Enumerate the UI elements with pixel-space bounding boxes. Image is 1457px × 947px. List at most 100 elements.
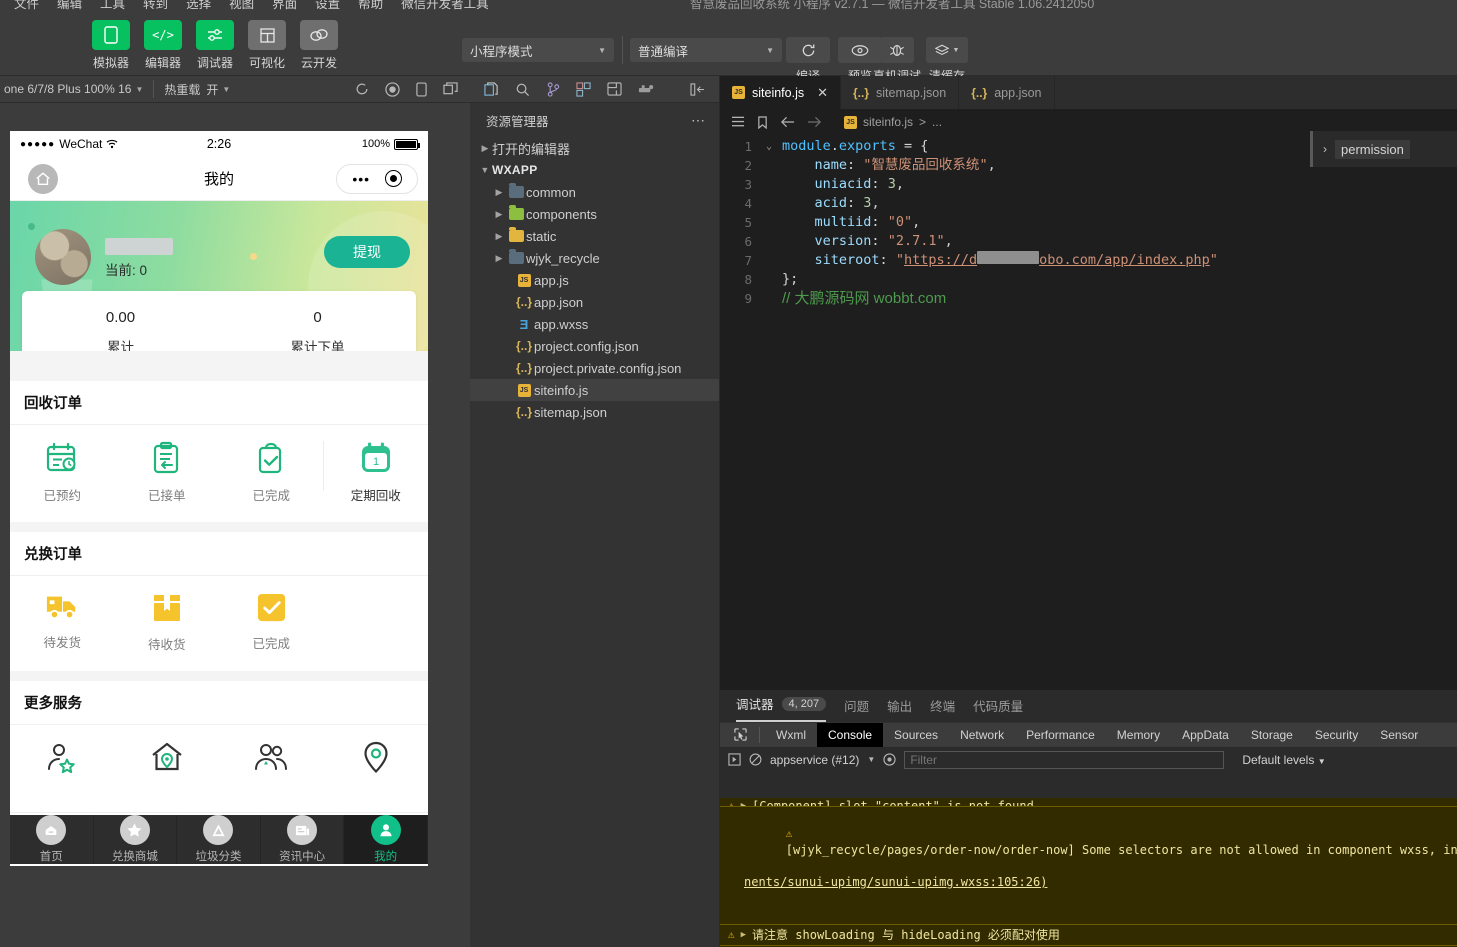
menu-item[interactable]: 界面 bbox=[272, 0, 297, 12]
mode-simulator[interactable]: 模拟器 bbox=[88, 20, 134, 71]
tree-item-siteinfo-js[interactable]: JS siteinfo.js bbox=[470, 379, 719, 401]
service-my-favorites[interactable] bbox=[10, 741, 115, 785]
service-nearby-stations[interactable] bbox=[324, 741, 429, 785]
devtools-tab-performance[interactable]: Performance bbox=[1015, 723, 1106, 747]
tree-item-app-json[interactable]: {..} app.json bbox=[470, 291, 719, 313]
devtools-tab-console[interactable]: Console bbox=[817, 723, 883, 747]
withdraw-button[interactable]: 提现 bbox=[324, 236, 410, 268]
menu-item[interactable]: 视图 bbox=[229, 0, 254, 12]
breadcrumb-file[interactable]: JS siteinfo.js > ... bbox=[844, 115, 942, 129]
expand-icon[interactable]: ▶ bbox=[741, 798, 746, 806]
explorer-section-wxapp[interactable]: ▼ WXAPP bbox=[470, 159, 719, 181]
refresh-icon[interactable] bbox=[355, 82, 369, 96]
menu-item[interactable]: 微信开发者工具 bbox=[401, 0, 489, 12]
console-message[interactable]: ⚠▶请注意 showLoading 与 hideLoading 必须配对使用 bbox=[720, 925, 1457, 946]
eye-icon[interactable] bbox=[883, 753, 896, 766]
tree-item-app-js[interactable]: JS app.js bbox=[470, 269, 719, 291]
mode-editor[interactable]: </> 编辑器 bbox=[140, 20, 186, 71]
entry-periodic-recycle[interactable]: 1 定期回收 bbox=[324, 441, 429, 504]
devtools-tab-memory[interactable]: Memory bbox=[1106, 723, 1171, 747]
menu-item[interactable]: 设置 bbox=[315, 0, 340, 12]
debugger-tab-debugger[interactable]: 调试器 4, 207 bbox=[736, 694, 826, 722]
hotreload-value[interactable]: 开 bbox=[206, 81, 218, 98]
code-value-siteroot-suffix[interactable]: obo.com/app/index.php bbox=[1039, 251, 1210, 270]
message-link[interactable]: nents/sunui-upimg/sunui-upimg.wxss:105:2… bbox=[744, 875, 1047, 889]
tabbar-item-mall[interactable]: 兑换商城 bbox=[94, 815, 178, 864]
capsule-button[interactable]: ••• bbox=[336, 164, 418, 194]
target-icon[interactable] bbox=[385, 170, 402, 187]
tabbar-item-profile[interactable]: 我的 bbox=[344, 815, 428, 864]
chevron-down-icon[interactable]: ▼ bbox=[867, 755, 875, 764]
collapse-icon[interactable] bbox=[690, 83, 705, 96]
editor-tab-app-json[interactable]: {..} app.json bbox=[959, 76, 1054, 109]
permission-panel[interactable]: › permission bbox=[1310, 131, 1457, 167]
mode-cloud[interactable]: 云开发 bbox=[296, 20, 342, 71]
menu-item[interactable]: 转到 bbox=[143, 0, 168, 12]
menu-item[interactable]: 选择 bbox=[186, 0, 211, 12]
editor-tab-siteinfo-js[interactable]: JS siteinfo.js ✕ bbox=[720, 76, 841, 109]
debugger-tab-problems[interactable]: 问题 bbox=[844, 696, 869, 722]
tree-item-app-wxss[interactable]: Ǝ app.wxss bbox=[470, 313, 719, 335]
window-icon[interactable] bbox=[443, 82, 458, 96]
close-icon[interactable]: ✕ bbox=[817, 85, 828, 101]
entry-accepted[interactable]: 已接单 bbox=[115, 441, 220, 504]
compile-button[interactable] bbox=[786, 37, 830, 63]
devtools-tab-sensor[interactable]: Sensor bbox=[1369, 723, 1429, 747]
devtools-tab-storage[interactable]: Storage bbox=[1240, 723, 1304, 747]
tabbar-item-news[interactable]: 资讯中心 bbox=[261, 815, 345, 864]
devtools-tab-sources[interactable]: Sources bbox=[883, 723, 949, 747]
entry-completed-exchange[interactable]: 已完成 bbox=[219, 592, 324, 653]
bookmark-icon[interactable] bbox=[757, 116, 768, 129]
console-message[interactable]: ⚠▶[Component] slot "content" is not foun… bbox=[720, 798, 1457, 807]
avatar[interactable] bbox=[35, 229, 91, 285]
clear-cache-button[interactable]: ▼ bbox=[926, 37, 968, 63]
devtools-tab-security[interactable]: Security bbox=[1304, 723, 1369, 747]
console-message[interactable]: ⚠ [wjyk_recycle/pages/order-now/order-no… bbox=[720, 807, 1457, 925]
entry-pending-ship[interactable]: 待发货 bbox=[10, 592, 115, 653]
debugger-tab-terminal[interactable]: 终端 bbox=[930, 696, 955, 722]
files-icon[interactable] bbox=[484, 82, 499, 97]
source-control-icon[interactable] bbox=[546, 82, 560, 97]
entry-pending-receive[interactable]: 待收货 bbox=[115, 592, 220, 653]
debugger-tab-output[interactable]: 输出 bbox=[887, 696, 912, 722]
console-levels-select[interactable]: Default levels ▼ bbox=[1242, 753, 1325, 767]
tree-item-sitemap-json[interactable]: {..} sitemap.json bbox=[470, 401, 719, 423]
tree-item-wjyk-recycle[interactable]: ▶ wjyk_recycle bbox=[470, 247, 719, 269]
user-avatar[interactable] bbox=[0, 28, 30, 62]
execute-icon[interactable] bbox=[728, 753, 741, 766]
tree-item-components[interactable]: ▶ components bbox=[470, 203, 719, 225]
code-value-siteroot-prefix[interactable]: https://d bbox=[904, 251, 977, 270]
record-icon[interactable] bbox=[385, 82, 400, 97]
devtools-tab-wxml[interactable]: Wxml bbox=[765, 723, 817, 747]
devtools-tab-network[interactable]: Network bbox=[949, 723, 1015, 747]
preview-button[interactable] bbox=[838, 37, 882, 63]
ellipsis-icon[interactable]: ⋯ bbox=[691, 112, 707, 129]
service-invite-friends[interactable] bbox=[219, 741, 324, 785]
mode-debugger[interactable]: 调试器 bbox=[192, 20, 238, 71]
forward-icon[interactable] bbox=[807, 116, 822, 128]
home-button[interactable] bbox=[28, 164, 58, 194]
inspect-cursor-icon[interactable] bbox=[726, 728, 754, 741]
tree-item-project-config[interactable]: {..} project.config.json bbox=[470, 335, 719, 357]
console-output[interactable]: ⚠▶[Component] slot "content" is not foun… bbox=[720, 798, 1457, 947]
tree-item-common[interactable]: ▶ common bbox=[470, 181, 719, 203]
mode-visual[interactable]: 可视化 bbox=[244, 20, 290, 71]
split-icon[interactable] bbox=[607, 82, 622, 96]
entry-completed-recycle[interactable]: 已完成 bbox=[219, 441, 324, 504]
tree-item-static[interactable]: ▶ static bbox=[470, 225, 719, 247]
compile-select[interactable]: 普通编译 ▼ bbox=[630, 38, 782, 62]
tree-item-project-private-config[interactable]: {..} project.private.config.json bbox=[470, 357, 719, 379]
device-icon[interactable] bbox=[416, 82, 427, 97]
outline-icon[interactable] bbox=[732, 116, 745, 128]
menu-item[interactable]: 文件 bbox=[14, 0, 39, 12]
chevron-right-icon[interactable]: › bbox=[1323, 142, 1327, 156]
device-select[interactable]: one 6/7/8 Plus 100% 16 bbox=[0, 82, 131, 96]
menu-items[interactable]: 文件 编辑 工具 转到 选择 视图 界面 设置 帮助 微信开发者工具 bbox=[14, 0, 489, 12]
clear-icon[interactable] bbox=[749, 753, 762, 766]
extensions-icon[interactable] bbox=[576, 82, 591, 97]
menu-item[interactable]: 帮助 bbox=[358, 0, 383, 12]
fold-icon[interactable]: ⌄ bbox=[766, 137, 782, 156]
service-my-address[interactable] bbox=[115, 741, 220, 785]
tabbar-item-home[interactable]: 首页 bbox=[10, 815, 94, 864]
debugger-tab-code-quality[interactable]: 代码质量 bbox=[973, 696, 1023, 722]
